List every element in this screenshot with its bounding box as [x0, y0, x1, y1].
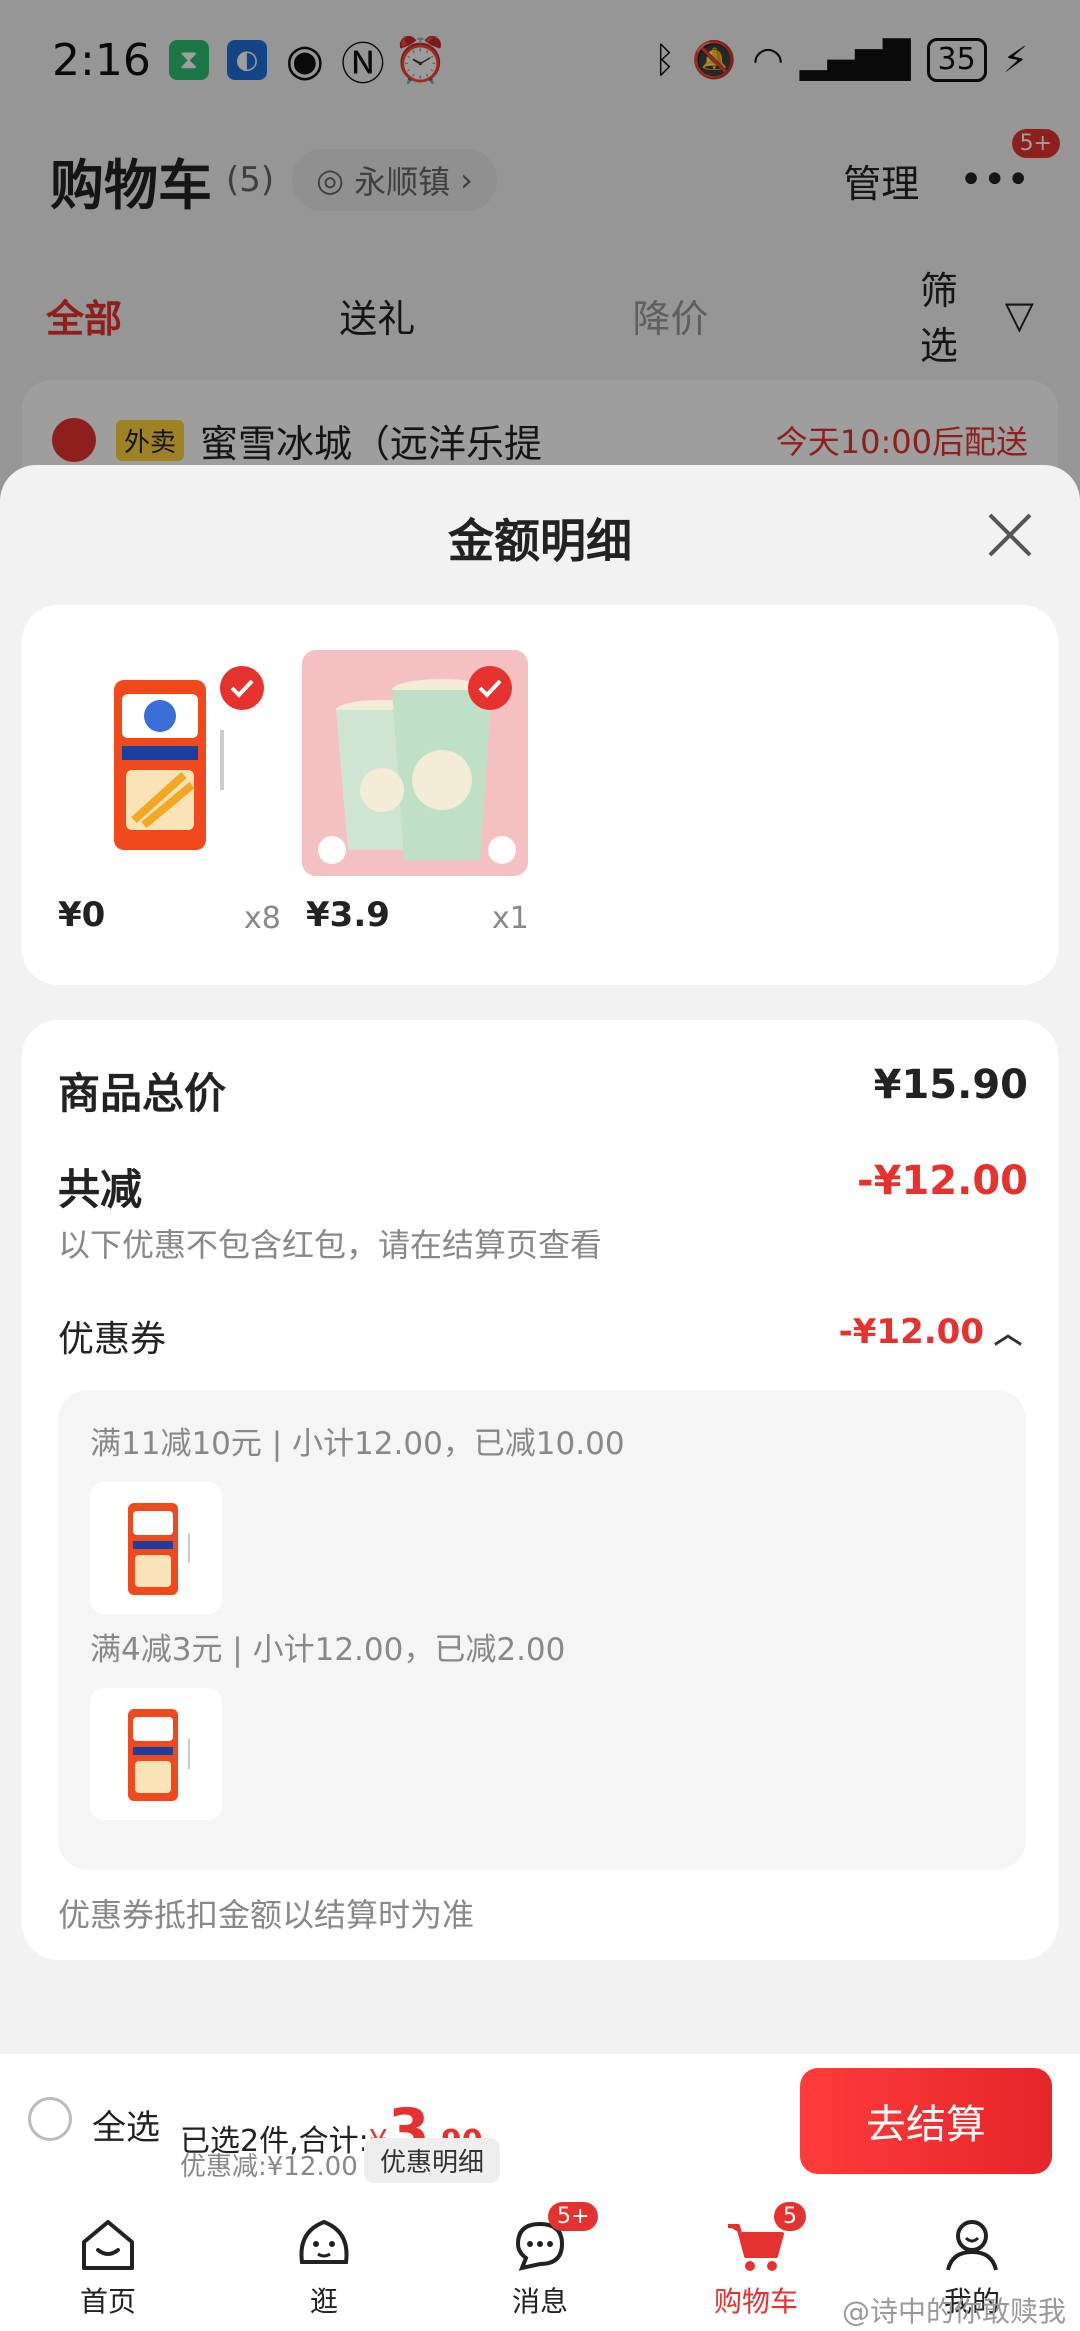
product-item[interactable]: [54, 650, 294, 876]
product-price: ¥0: [58, 895, 105, 935]
amount-detail-sheet: 金额明细 ¥0 x8 ¥3 .9 x1 商品总价 ¥15.90 共减 -¥12.…: [0, 465, 1080, 2331]
product-item[interactable]: [302, 650, 542, 876]
total-label: 商品总价: [58, 1069, 227, 1118]
reduce-label: 共减: [58, 1165, 143, 1214]
snack-pack-image: [128, 1709, 190, 1801]
checkout-bar: 全选 已选2件,合计: ¥ 3 .90 优惠减:¥12.00 优惠明细 去结算: [0, 2054, 1080, 2194]
home-icon: [82, 2220, 134, 2270]
coupon-product-thumb: [90, 1688, 222, 1820]
summary-card: 商品总价 ¥15.90 共减 -¥12.00 以下优惠不包含红包，请在结算页查看…: [22, 1020, 1058, 1960]
sheet-title: 金额明细: [448, 514, 632, 568]
price-integer: ¥3: [306, 895, 354, 935]
browse-icon: [299, 2219, 349, 2264]
nav-cart[interactable]: 购物车 5: [648, 2194, 864, 2331]
watermark: @诗中的你敢赎我: [841, 2295, 1066, 2328]
discount-detail-button[interactable]: 优惠明细: [364, 2138, 501, 2183]
checkout-button[interactable]: 去结算: [800, 2068, 1052, 2174]
message-badge: 5+: [548, 2202, 599, 2231]
selected-check-icon: [468, 666, 512, 710]
nav-home[interactable]: 首页: [0, 2194, 216, 2331]
nav-label: 购物车: [713, 2285, 798, 2318]
price-decimal: .9: [353, 895, 390, 935]
nav-browse[interactable]: 逛: [216, 2194, 432, 2331]
select-all-radio[interactable]: [28, 2097, 72, 2141]
product-quantity: x1: [492, 901, 529, 936]
product-image: [302, 650, 528, 876]
select-all-label[interactable]: 全选: [92, 2100, 160, 2149]
discount-amount: 优惠减:¥12.00: [180, 2152, 358, 2182]
total-value: ¥15.90: [873, 1062, 1028, 1108]
coupon-product-thumb: [90, 1482, 222, 1614]
profile-icon: [946, 2220, 998, 2271]
coupon-rule: 满11减10元 | 小计12.00，已减10.00: [90, 1426, 625, 1462]
snack-pack-image: [128, 1503, 190, 1595]
nav-label: 逛: [309, 2285, 338, 2318]
cart-badge: 5: [774, 2202, 806, 2231]
coupon-footnote: 优惠券抵扣金额以结算时为准: [58, 1896, 475, 1934]
reduce-value: -¥12.00: [857, 1158, 1028, 1204]
products-card: ¥0 x8 ¥3 .9 x1: [22, 605, 1058, 985]
coupon-details: 满11减10元 | 小计12.00，已减10.00 满4减3元 | 小计12.0…: [58, 1390, 1026, 1870]
chevron-up-icon: ︿: [993, 1317, 1022, 1350]
reduce-note: 以下优惠不包含红包，请在结算页查看: [58, 1226, 603, 1264]
selected-check-icon: [220, 666, 264, 710]
close-icon[interactable]: [982, 507, 1038, 563]
nav-messages[interactable]: 消息 5+: [432, 2194, 648, 2331]
coupon-toggle[interactable]: -¥12.00 ︿: [839, 1312, 1022, 1352]
product-image: [54, 650, 280, 876]
coupon-rule: 满4减3元 | 小计12.00，已减2.00: [90, 1632, 566, 1668]
product-price: ¥3 .9: [306, 895, 390, 935]
nav-label: 首页: [79, 2285, 136, 2318]
coupon-value: -¥12.00: [838, 1312, 984, 1352]
product-quantity: x8: [244, 901, 281, 936]
coupon-label: 优惠券: [58, 1319, 167, 1360]
price-integer: ¥0: [58, 895, 106, 935]
nav-label: 消息: [511, 2285, 568, 2318]
